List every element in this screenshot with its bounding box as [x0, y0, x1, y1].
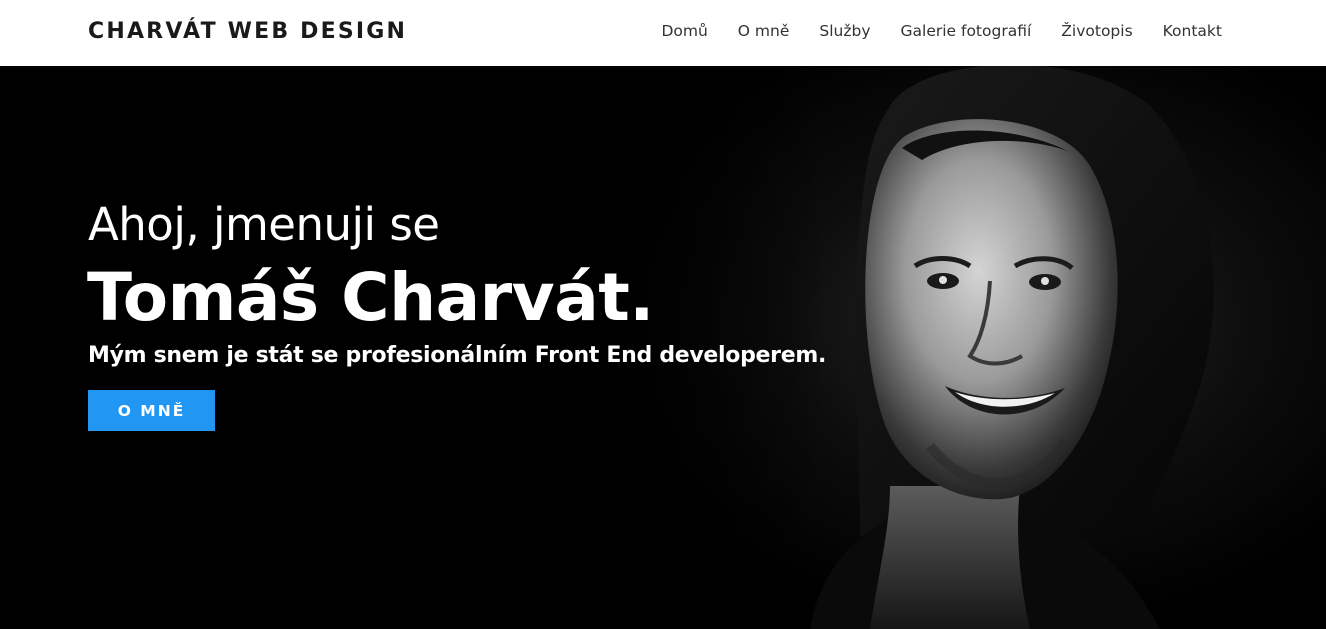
hero-tagline: Mým snem je stát se profesionálním Front…	[88, 343, 827, 368]
hero-name: Tomáš Charvát.	[87, 259, 654, 336]
nav-link-domu[interactable]: Domů	[661, 22, 707, 40]
nav-item-galerie: Galerie fotografií	[901, 20, 1032, 42]
hero-greeting: Ahoj, jmenuji se	[88, 198, 440, 251]
hero-section: Ahoj, jmenuji se Tomáš Charvát. Mým snem…	[0, 66, 1326, 629]
nav-item-kontakt: Kontakt	[1163, 20, 1222, 42]
nav-link-zivotopis[interactable]: Životopis	[1061, 22, 1132, 40]
nav-link-kontakt[interactable]: Kontakt	[1163, 22, 1222, 40]
nav-link-galerie[interactable]: Galerie fotografií	[901, 22, 1032, 40]
nav-item-zivotopis: Životopis	[1061, 20, 1132, 42]
nav-link-o-mne[interactable]: O mně	[738, 22, 790, 40]
nav-item-o-mne: O mně	[738, 20, 790, 42]
nav-item-sluzby: Služby	[819, 20, 870, 42]
nav-link-sluzby[interactable]: Služby	[819, 22, 870, 40]
navbar: CHARVÁT WEB DESIGN Domů O mně Služby Gal…	[0, 0, 1326, 66]
about-me-button[interactable]: O MNĚ	[88, 390, 215, 431]
nav-menu: Domů O mně Služby Galerie fotografií Živ…	[661, 20, 1222, 42]
nav-item-domu: Domů	[661, 20, 707, 42]
brand-logo[interactable]: CHARVÁT WEB DESIGN	[88, 17, 407, 47]
